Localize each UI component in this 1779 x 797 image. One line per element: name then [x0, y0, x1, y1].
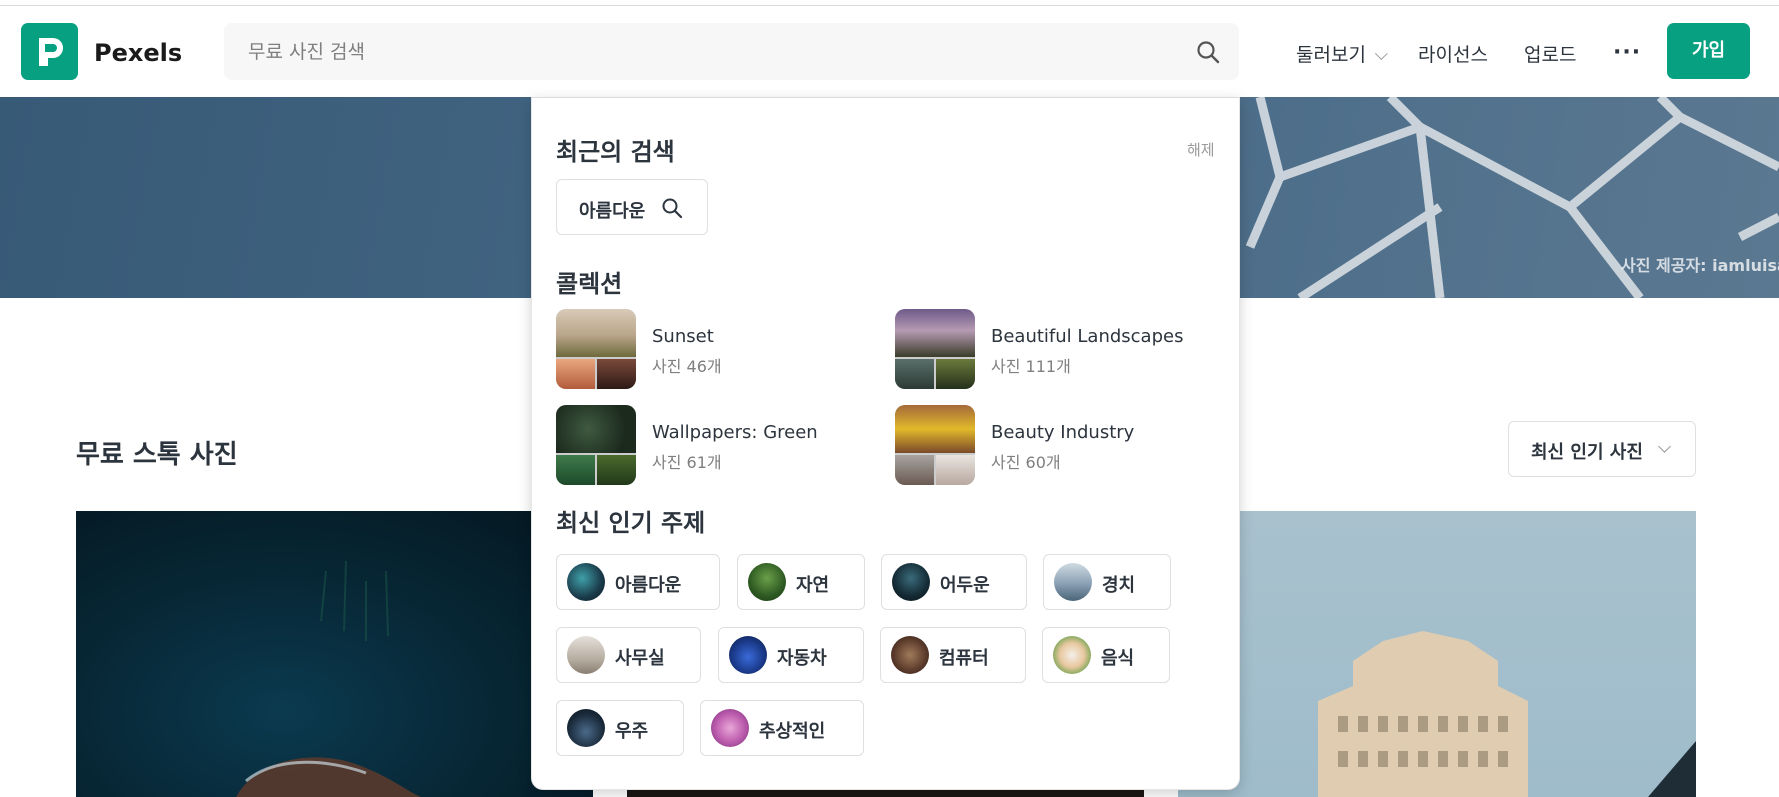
chevron-down-icon [1374, 47, 1388, 61]
topic-thumbnail [1053, 636, 1091, 674]
topic-label: 경치 [1102, 575, 1136, 596]
sort-selected-label: 최신 인기 사진 [1531, 442, 1643, 463]
clear-recent-button[interactable]: 해제 [1187, 139, 1215, 160]
topic-thumbnail [892, 563, 930, 601]
topic-chip[interactable]: 추상적인 [700, 700, 864, 756]
collection-item[interactable]: Beauty Industry 사진 60개 [895, 405, 1225, 485]
search-icon [662, 198, 683, 219]
topic-label: 사무실 [615, 648, 665, 669]
topic-label: 자연 [796, 575, 830, 596]
topic-chip[interactable]: 컴퓨터 [880, 627, 1026, 683]
collection-count: 사진 111개 [991, 357, 1071, 376]
topic-chip[interactable]: 사무실 [556, 627, 701, 683]
site-header: Pexels 둘러보기 라이선스 업로드 ··· 가입 [0, 6, 1779, 97]
topic-chip[interactable]: 아름다운 [556, 554, 720, 610]
collection-count: 사진 46개 [652, 357, 722, 376]
photo-credit[interactable]: 사진 제공자: iamluisao [1621, 252, 1779, 276]
topic-chip[interactable]: 음식 [1042, 627, 1170, 683]
topic-chip[interactable]: 자동차 [718, 627, 864, 683]
recent-search-chip[interactable]: 아름다운 [556, 179, 708, 235]
topic-label: 추상적인 [759, 721, 826, 742]
topic-label: 아름다운 [615, 575, 682, 596]
collections-heading: 콜렉션 [556, 270, 623, 298]
topic-thumbnail [748, 563, 786, 601]
collection-thumbnail [556, 405, 636, 485]
join-button[interactable]: 가입 [1667, 23, 1750, 79]
topic-label: 자동차 [777, 648, 827, 669]
trending-topics-heading: 최신 인기 주제 [556, 509, 706, 537]
nav-browse-label: 둘러보기 [1296, 44, 1366, 66]
collection-item[interactable]: Beautiful Landscapes 사진 111개 [895, 309, 1225, 389]
collection-thumbnail [895, 405, 975, 485]
topic-label: 어두운 [940, 575, 990, 596]
search-suggestions-dropdown: 최근의 검색 해제 아름다운 콜렉션 Sunset 사진 46개 Beautif… [531, 97, 1240, 790]
collection-name: Beautiful Landscapes [991, 326, 1184, 347]
topic-chip[interactable]: 자연 [737, 554, 865, 610]
chevron-down-icon [1658, 440, 1671, 453]
sort-dropdown[interactable]: 최신 인기 사진 [1508, 421, 1696, 477]
nav-browse[interactable]: 둘러보기 [1296, 40, 1388, 67]
topic-thumbnail [1054, 563, 1092, 601]
topic-label: 컴퓨터 [939, 648, 989, 669]
recent-search-label: 아름다운 [579, 201, 646, 222]
collection-count: 사진 60개 [991, 453, 1061, 472]
collection-count: 사진 61개 [652, 453, 722, 472]
topic-thumbnail [711, 709, 749, 747]
photo-aerial-coast[interactable] [76, 511, 593, 797]
topic-thumbnail [567, 636, 605, 674]
photo-building[interactable] [1178, 511, 1696, 797]
topic-label: 우주 [615, 721, 649, 742]
section-title: 무료 스톡 사진 [76, 440, 238, 470]
collection-thumbnail [556, 309, 636, 389]
topic-chip[interactable]: 우주 [556, 700, 684, 756]
brand-name[interactable]: Pexels [94, 39, 182, 67]
topic-thumbnail [567, 563, 605, 601]
search-icon[interactable] [1195, 39, 1221, 65]
nav-upload[interactable]: 업로드 [1524, 40, 1576, 67]
topic-label: 음식 [1101, 648, 1135, 669]
topic-thumbnail [567, 709, 605, 747]
more-menu-icon[interactable]: ··· [1613, 40, 1641, 65]
search-bar [224, 23, 1239, 80]
topic-thumbnail [729, 636, 767, 674]
recent-searches-heading: 최근의 검색 [556, 138, 675, 166]
collection-name: Wallpapers: Green [652, 422, 818, 443]
topic-chip[interactable]: 경치 [1043, 554, 1171, 610]
topic-chip[interactable]: 어두운 [881, 554, 1027, 610]
nav-license[interactable]: 라이선스 [1418, 40, 1488, 67]
topic-thumbnail [891, 636, 929, 674]
pexels-logo-icon[interactable] [21, 23, 78, 80]
collection-item[interactable]: Sunset 사진 46개 [556, 309, 886, 389]
search-input[interactable] [248, 23, 1148, 80]
collection-name: Sunset [652, 326, 714, 347]
collection-name: Beauty Industry [991, 422, 1135, 443]
collection-item[interactable]: Wallpapers: Green 사진 61개 [556, 405, 886, 485]
collection-thumbnail [895, 309, 975, 389]
